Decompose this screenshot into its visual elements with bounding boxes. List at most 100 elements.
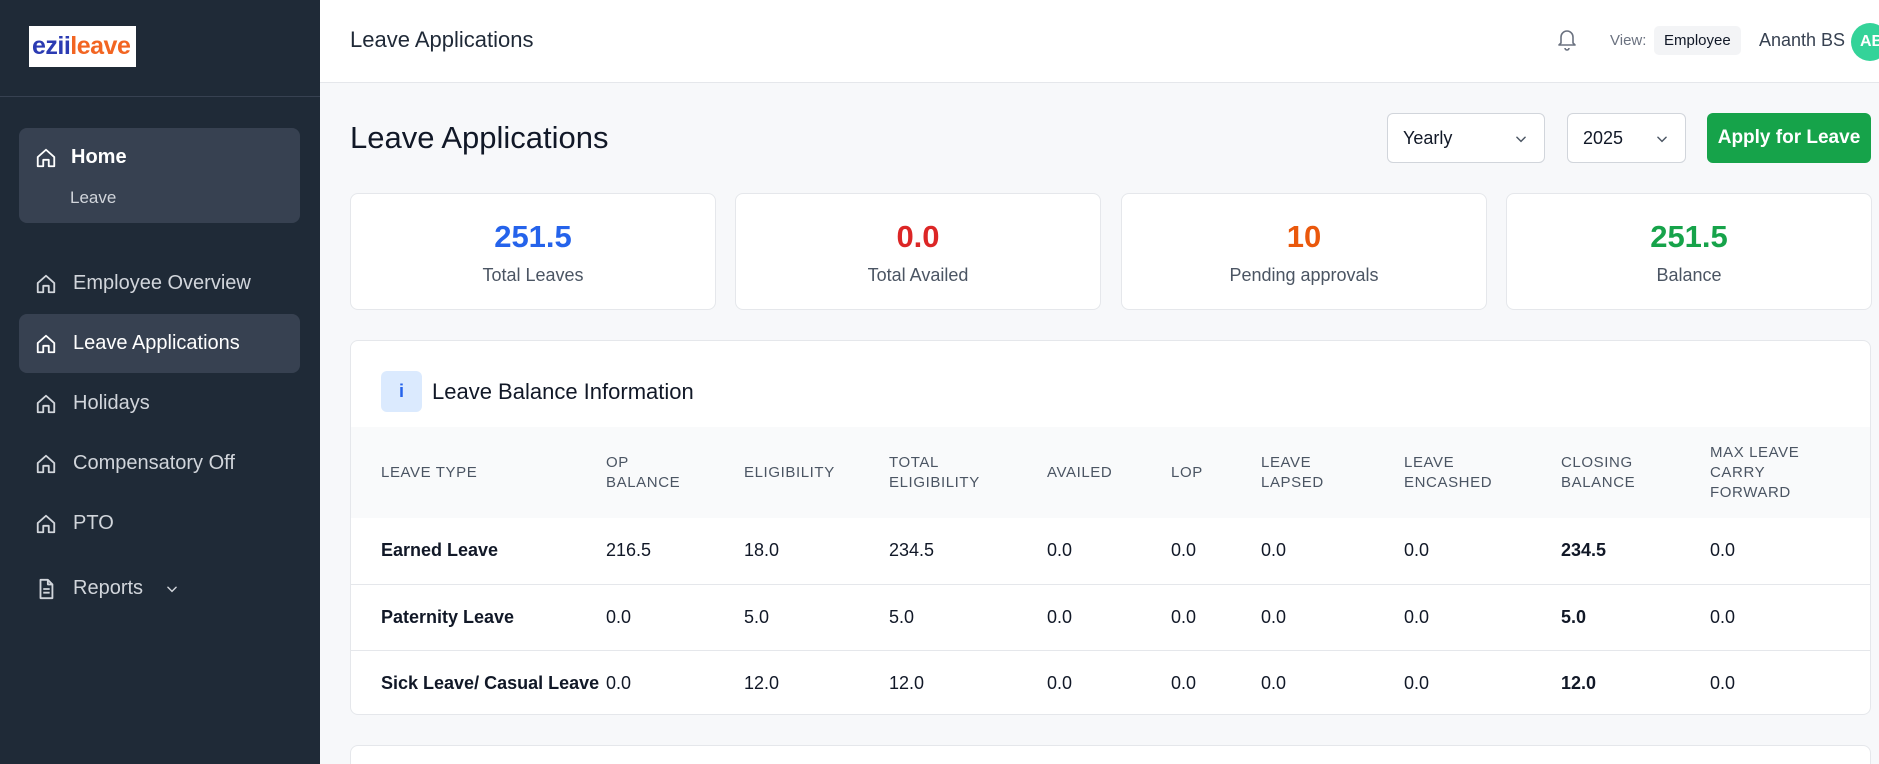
document-icon — [35, 578, 57, 600]
stat-value: 0.0 — [896, 219, 940, 254]
sidebar-item-label: PTO — [73, 512, 114, 534]
avatar[interactable]: AB — [1851, 23, 1879, 61]
next-section-card — [350, 745, 1871, 764]
column-header: LEAVE TYPE — [351, 427, 606, 518]
column-header-line: CARRY — [1710, 463, 1766, 481]
sidebar-item-home-label: Home — [71, 146, 127, 168]
table-cell: 0.0 — [1171, 672, 1197, 693]
leave-balance-table: LEAVE TYPE OP BALANCE ELIGIBILITY TOTAL ELIGI… — [351, 427, 1870, 714]
column-header: LOP — [1171, 427, 1261, 518]
year-select[interactable]: 2025 — [1567, 113, 1686, 163]
stat-label: Balance — [1656, 265, 1722, 285]
sidebar-item-home[interactable]: Home Leave — [19, 128, 300, 223]
sidebar-item-employee-overview[interactable]: Employee Overview — [19, 254, 300, 313]
column-header-line: MAX LEAVE — [1710, 443, 1800, 461]
table-cell: 0.0 — [1261, 518, 1404, 585]
column-header-line: ELIGIBILITY — [744, 463, 835, 481]
sidebar-item-label: Leave Applications — [73, 332, 240, 354]
chevron-down-icon — [1655, 132, 1669, 146]
info-icon: i — [381, 371, 422, 412]
table-cell: 0.0 — [1404, 584, 1561, 651]
column-header-line: LOP — [1171, 463, 1203, 481]
table-cell: 0.0 — [1171, 584, 1261, 651]
sidebar-item-compensatory-off[interactable]: Compensatory Off — [19, 434, 300, 493]
column-header: CLOSING BALANCE — [1561, 427, 1710, 518]
leave-type-cell: Earned Leave — [351, 518, 606, 585]
view-label: View: — [1610, 32, 1647, 49]
topbar-title: Leave Applications — [350, 27, 534, 52]
logo-text-ezii: ezii — [32, 32, 71, 60]
table-cell: 0.0 — [1171, 518, 1261, 585]
sidebar-item-reports[interactable]: Reports — [19, 559, 300, 618]
column-header: LEAVE ENCASHED — [1404, 427, 1561, 518]
stat-label: Total Availed — [867, 265, 969, 285]
table-cell: 5.0 — [744, 584, 889, 651]
user-name[interactable]: Ananth BS — [1759, 30, 1845, 51]
table-cell: 0.0 — [1047, 672, 1073, 693]
table-row: Paternity Leave 0.0 5.0 5.0 0.0 0.0 0.0 0.0 5.0 0… — [351, 584, 1870, 651]
table-row: Earned Leave 216.5 18.0 234.5 0.0 0.0 0.0 0.0 23… — [351, 518, 1870, 585]
table-cell: 12.0 — [889, 672, 925, 693]
logo-text-leave: leave — [70, 32, 131, 60]
sidebar-item-label: Employee Overview — [73, 272, 251, 294]
sidebar-item-holidays[interactable]: Holidays — [19, 374, 300, 433]
table-cell: 234.5 — [889, 518, 1047, 585]
chevron-down-icon[interactable] — [165, 582, 179, 596]
table-body: Earned Leave 216.5 18.0 234.5 0.0 0.0 0.0 0.0 23… — [351, 518, 1870, 714]
column-header: ELIGIBILITY — [744, 427, 889, 518]
stat-card-pending-approvals: 10 Pending approvals — [1121, 193, 1487, 310]
logo-area: ezii leave — [0, 0, 320, 97]
column-header-line: LAPSED — [1261, 473, 1324, 491]
sidebar-item-pto[interactable]: PTO — [19, 494, 300, 553]
table-cell: 216.5 — [606, 518, 744, 585]
table-cell: 5.0 — [1561, 584, 1710, 651]
sidebar-item-label: Compensatory Off — [73, 452, 235, 474]
page-title: Leave Applications — [350, 120, 609, 155]
column-header-line: FORWARD — [1710, 483, 1791, 501]
column-header-line: OP — [606, 453, 629, 471]
period-select[interactable]: Yearly — [1387, 113, 1545, 163]
table-cell: 0.0 — [1710, 584, 1870, 651]
leave-balance-card: i Leave Balance Information LEAVE TYPE OP… — [350, 340, 1871, 715]
column-header-line: CLOSING — [1561, 453, 1633, 471]
stat-value: 10 — [1286, 219, 1322, 254]
apply-for-leave-button[interactable]: Apply for Leave — [1707, 113, 1871, 163]
column-header: AVAILED — [1047, 427, 1171, 518]
stat-card-total-availed: 0.0 Total Availed — [735, 193, 1101, 310]
leave-balance-title: Leave Balance Information — [432, 378, 694, 404]
leave-type-cell: Paternity Leave — [351, 584, 606, 651]
table-header-row: LEAVE TYPE OP BALANCE ELIGIBILITY TOTAL ELIGI… — [351, 427, 1870, 518]
column-header: MAX LEAVE CARRY FORWARD — [1710, 427, 1870, 518]
stat-value: 251.5 — [494, 219, 572, 254]
sidebar: ezii leave Home Leave Employee Overview L… — [0, 0, 320, 764]
table-row: Sick Leave/ Casual Leave 0.0 12.0 12.0 0.0 0.… — [351, 650, 1870, 714]
stat-label: Total Leaves — [482, 265, 584, 285]
table-cell: 0.0 — [1261, 584, 1404, 651]
column-header-line: LEAVE — [1404, 453, 1455, 471]
home-icon — [35, 333, 57, 355]
sidebar-item-leave-applications[interactable]: Leave Applications — [19, 314, 300, 373]
bell-icon[interactable] — [1555, 26, 1579, 52]
table-cell: 0.0 — [1404, 672, 1430, 693]
home-icon — [35, 513, 57, 535]
table-cell: 0.0 — [606, 584, 744, 651]
column-header: TOTAL ELIGIBILITY — [889, 427, 1047, 518]
leave-balance-header: i Leave Balance Information — [381, 371, 694, 412]
sidebar-item-home-sublabel[interactable]: Leave — [70, 188, 116, 208]
stat-label: Pending approvals — [1229, 265, 1379, 285]
sidebar-item-label: Reports — [73, 577, 144, 599]
brand-logo[interactable]: ezii leave — [29, 26, 136, 67]
home-icon — [35, 453, 57, 475]
sidebar-item-label: Holidays — [73, 392, 150, 414]
table-cell: 12.0 — [744, 672, 780, 693]
column-header: LEAVE LAPSED — [1261, 427, 1404, 518]
home-icon — [35, 147, 57, 169]
table-cell: 0.0 — [1047, 518, 1171, 585]
table-cell: 18.0 — [744, 518, 889, 585]
view-switcher[interactable]: Employee — [1654, 26, 1741, 55]
table-cell: 12.0 — [1561, 672, 1597, 693]
leave-type-cell: Sick Leave/ Casual Leave — [381, 672, 600, 693]
table-cell: 0.0 — [606, 672, 632, 693]
table-cell: 0.0 — [1710, 518, 1870, 585]
stat-card-balance: 251.5 Balance — [1506, 193, 1872, 310]
